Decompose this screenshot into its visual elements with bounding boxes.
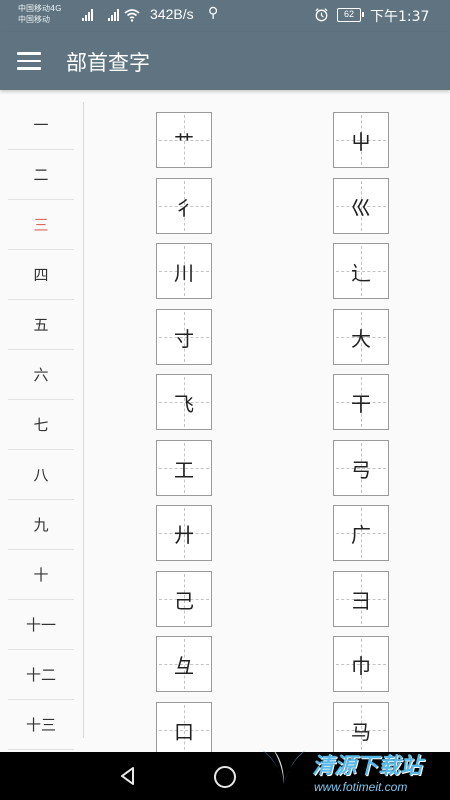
stroke-item-11[interactable]: 十一 bbox=[8, 600, 74, 650]
radical-cell[interactable]: 彐 bbox=[333, 571, 389, 627]
app-bar: 部首查字 bbox=[0, 32, 450, 90]
radical-char: 干 bbox=[351, 391, 371, 416]
battery-icon: 62 bbox=[337, 8, 364, 22]
stroke-count-list[interactable]: 一 二 三 四 五 六 七 八 九 十 十一 十二 十三 bbox=[8, 100, 74, 752]
radical-char: 弓 bbox=[351, 457, 371, 482]
carrier-info: 中国移动4G 中国移动 bbox=[18, 3, 61, 25]
watermark-logo-icon bbox=[262, 748, 306, 784]
stroke-item-7[interactable]: 七 bbox=[8, 400, 74, 450]
back-triangle-icon[interactable] bbox=[118, 766, 138, 786]
home-circle-icon[interactable] bbox=[214, 766, 236, 788]
stroke-item-3-selected[interactable]: 三 bbox=[8, 200, 74, 250]
signal-icon-2 bbox=[108, 9, 119, 21]
radical-char: 大 bbox=[351, 326, 371, 351]
radical-cell[interactable]: 干 bbox=[333, 374, 389, 430]
radical-cell[interactable]: 川 bbox=[156, 243, 212, 299]
radical-cell[interactable]: 寸 bbox=[156, 309, 212, 365]
radical-cell[interactable]: 辶 bbox=[333, 243, 389, 299]
radical-char: 彳 bbox=[174, 195, 194, 220]
signal-icon bbox=[82, 9, 93, 21]
stroke-item-5[interactable]: 五 bbox=[8, 300, 74, 350]
usb-icon: ⚲ bbox=[208, 5, 219, 21]
stroke-item-10[interactable]: 十 bbox=[8, 550, 74, 600]
carrier-line-1: 中国移动4G bbox=[18, 4, 62, 13]
carrier-line-2: 中国移动 bbox=[18, 15, 50, 24]
hamburger-menu-icon[interactable] bbox=[14, 47, 44, 75]
radical-cell[interactable]: 工 bbox=[156, 440, 212, 496]
radical-char: 工 bbox=[174, 457, 194, 482]
radical-char: 辶 bbox=[351, 260, 371, 285]
stroke-item-4[interactable]: 四 bbox=[8, 250, 74, 300]
stroke-item-2[interactable]: 二 bbox=[8, 150, 74, 200]
watermark: 清源下载站 www.fotimeit.com bbox=[256, 742, 450, 800]
radical-cell[interactable]: 大 bbox=[333, 309, 389, 365]
radical-char: 马 bbox=[351, 719, 371, 744]
radical-char: 巾 bbox=[351, 653, 371, 678]
stroke-item-13[interactable]: 十三 bbox=[8, 700, 74, 750]
watermark-url: www.fotimeit.com bbox=[314, 780, 408, 794]
radical-cell[interactable]: 飞 bbox=[156, 374, 212, 430]
stroke-item-6[interactable]: 六 bbox=[8, 350, 74, 400]
radical-cell[interactable]: 口 bbox=[156, 702, 212, 752]
radical-char: 艹 bbox=[174, 129, 194, 154]
status-bar: 中国移动4G 中国移动 342B/s ⚲ 62 下午1:37 bbox=[0, 0, 450, 32]
alarm-icon bbox=[315, 8, 328, 22]
radical-cell[interactable]: 弓 bbox=[333, 440, 389, 496]
radical-char: 川 bbox=[174, 260, 194, 285]
radical-cell[interactable]: 己 bbox=[156, 571, 212, 627]
radical-cell[interactable]: 艹 bbox=[156, 112, 212, 168]
radical-char: 飞 bbox=[174, 391, 194, 416]
stroke-item-12[interactable]: 十二 bbox=[8, 650, 74, 700]
radical-cell[interactable]: 巛 bbox=[333, 178, 389, 234]
radical-char: 己 bbox=[174, 588, 194, 613]
radical-grid: 艹 屮 彳 巛 川 辶 寸 大 飞 干 工 弓 廾 广 己 彐 彑 巾 口 马 bbox=[84, 100, 450, 752]
radical-cell[interactable]: 广 bbox=[333, 505, 389, 561]
clock: 下午1:37 bbox=[370, 9, 430, 25]
radical-char: 广 bbox=[351, 522, 371, 547]
stroke-item-1[interactable]: 一 bbox=[8, 100, 74, 150]
wifi-icon bbox=[124, 9, 140, 22]
radical-char: 彑 bbox=[174, 653, 194, 678]
watermark-brand: 清源下载站 bbox=[312, 754, 423, 779]
radical-cell[interactable]: 彳 bbox=[156, 178, 212, 234]
radical-char: 巛 bbox=[351, 195, 371, 220]
radical-cell[interactable]: 彑 bbox=[156, 636, 212, 692]
radical-cell[interactable]: 巾 bbox=[333, 636, 389, 692]
net-speed: 342B/s bbox=[150, 6, 194, 22]
radical-char: 屮 bbox=[351, 129, 371, 154]
radical-cell[interactable]: 屮 bbox=[333, 112, 389, 168]
radical-char: 口 bbox=[174, 719, 194, 744]
stroke-item-8[interactable]: 八 bbox=[8, 450, 74, 500]
radical-cell[interactable]: 廾 bbox=[156, 505, 212, 561]
page-title: 部首查字 bbox=[66, 51, 150, 75]
radical-char: 寸 bbox=[174, 326, 194, 351]
stroke-item-9[interactable]: 九 bbox=[8, 500, 74, 550]
radical-char: 彐 bbox=[351, 588, 371, 613]
radical-char: 廾 bbox=[174, 522, 194, 547]
